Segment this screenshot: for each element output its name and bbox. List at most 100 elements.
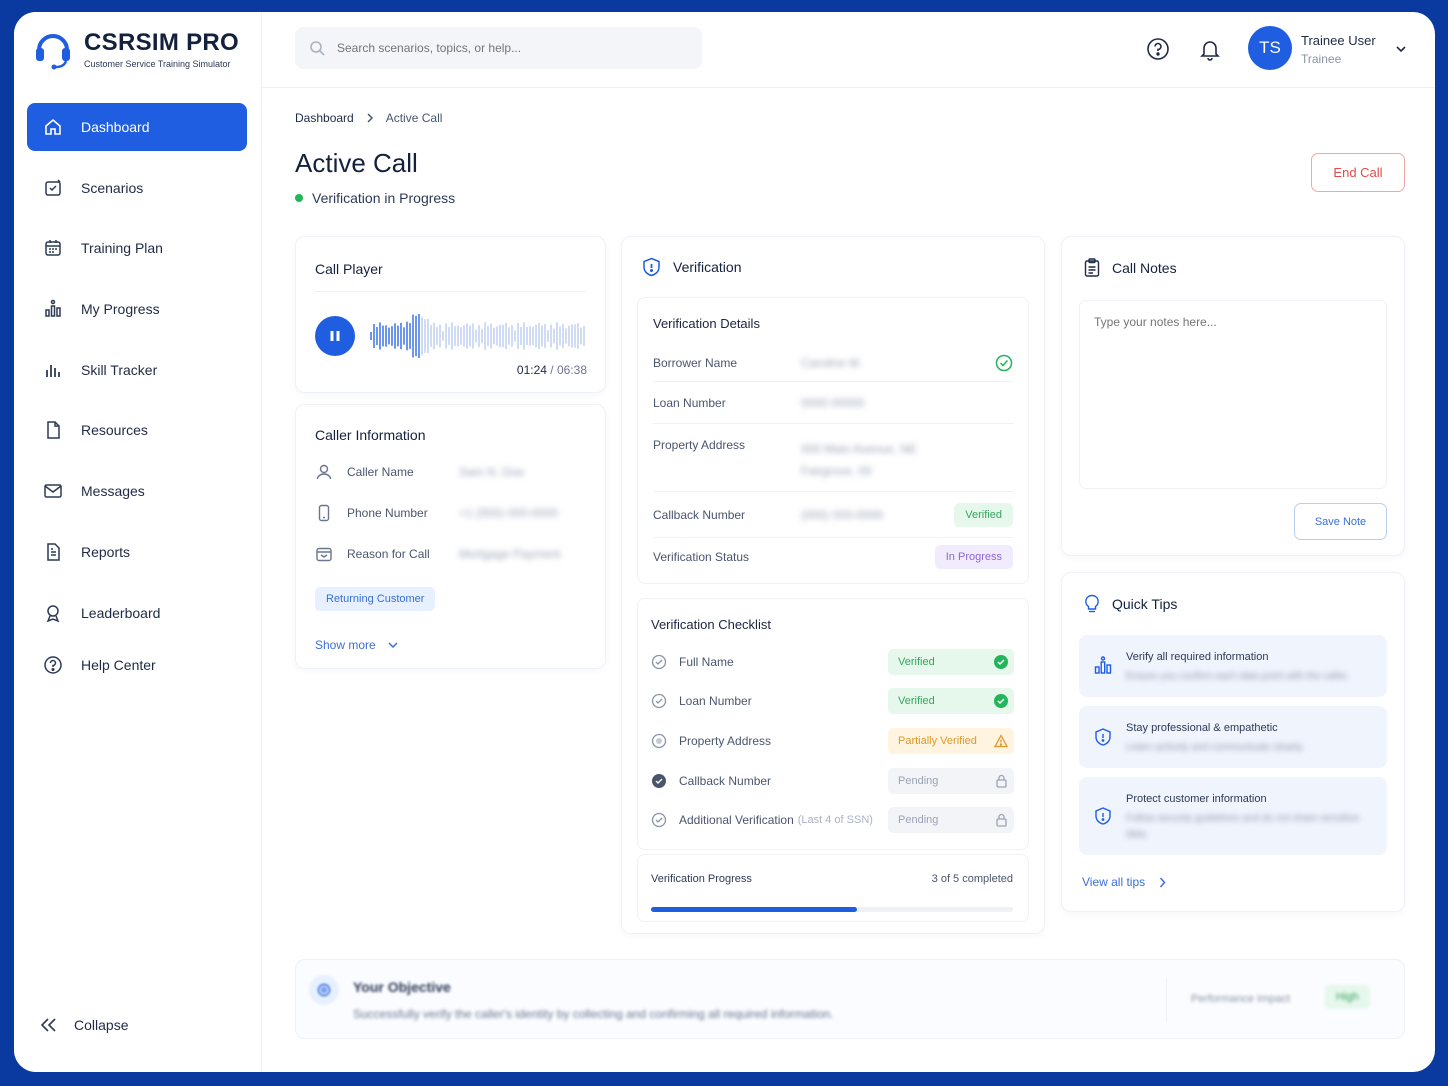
checklist-item-property-address[interactable]: Property Address Partially Verified (651, 727, 1014, 755)
badge-text: Partially Verified (898, 735, 977, 747)
checklist-label: Full Name (679, 655, 734, 669)
show-more-link[interactable]: Show more (315, 638, 398, 652)
chevron-down-icon[interactable] (1394, 42, 1408, 56)
phone-number-label: Phone Number (347, 506, 428, 520)
objective-card: Your Objective Successfully verify the c… (295, 959, 1405, 1039)
view-all-tips-link[interactable]: View all tips (1082, 875, 1166, 889)
collapse-button[interactable]: Collapse (40, 1017, 128, 1033)
property-address-row: Property Address 000 Main Avenue, NE Fai… (653, 424, 1013, 492)
reason-value: Mortgage Payment (459, 547, 561, 561)
sidebar-item-label: Skill Tracker (81, 361, 158, 378)
phone-icon (318, 504, 330, 522)
sidebar: CSRSIM PRO Customer Service Training Sim… (14, 12, 262, 1072)
playback-time: 01:24 / 06:38 (517, 363, 587, 377)
collapse-label: Collapse (74, 1017, 129, 1033)
top-header: TS Trainee User Trainee (262, 12, 1435, 88)
sidebar-item-my-progress[interactable]: My Progress (27, 285, 247, 333)
check-circle-icon (995, 354, 1013, 371)
callback-number-value: (000) 000-0000 (801, 507, 884, 522)
address-line-1: 000 Main Avenue, NE (801, 442, 917, 456)
divider (1166, 978, 1167, 1022)
brand-logo[interactable]: CSRSIM PRO Customer Service Training Sim… (34, 28, 239, 70)
checklist-item-additional-verification[interactable]: Additional Verification (Last 4 of SSN) … (651, 806, 1014, 834)
sidebar-nav: Dashboard Scenarios Training Plan My Pro… (27, 103, 247, 702)
sidebar-item-scenarios[interactable]: Scenarios (27, 164, 247, 212)
chart-icon (1094, 656, 1112, 674)
shield-icon (1095, 728, 1111, 746)
checklist-item-full-name[interactable]: Full Name Verified (651, 648, 1014, 676)
sidebar-item-messages[interactable]: Messages (27, 467, 247, 515)
checklist-label: Loan Number (679, 694, 752, 708)
help-icon[interactable] (1146, 37, 1170, 61)
verification-progress-fill (651, 907, 858, 912)
sidebar-item-resources[interactable]: Resources (27, 406, 247, 454)
sidebar-item-reports[interactable]: Reports (27, 528, 247, 576)
inbox-icon (316, 547, 332, 562)
call-notes-textarea[interactable] (1079, 300, 1387, 489)
caller-name-value: Sam N. Doe (459, 465, 525, 479)
objective-title: Your Objective (353, 979, 451, 995)
sidebar-item-label: Training Plan (81, 240, 163, 257)
clipboard-icon (1084, 258, 1100, 277)
waveform[interactable] (369, 313, 589, 359)
bell-icon[interactable] (1198, 37, 1222, 61)
save-note-button[interactable]: Save Note (1294, 503, 1387, 540)
sidebar-item-dashboard[interactable]: Dashboard (27, 103, 247, 151)
check-circle-outline-icon (651, 654, 667, 670)
badge-text: Pending (898, 775, 939, 787)
verification-status-row: Verification Status In Progress (653, 538, 1013, 576)
shield-icon (1095, 807, 1111, 825)
sidebar-item-training-plan[interactable]: Training Plan (27, 224, 247, 272)
warning-icon (994, 734, 1008, 748)
radio-circle-icon (651, 733, 667, 749)
property-address-label: Property Address (653, 438, 746, 452)
sidebar-item-label: Scenarios (81, 179, 144, 196)
chevron-right-icon (1160, 877, 1166, 887)
breadcrumb-root[interactable]: Dashboard (295, 111, 354, 125)
app-window: CSRSIM PRO Customer Service Training Sim… (14, 12, 1435, 1072)
loan-number-row: Loan Number 0000 00000 (653, 382, 1013, 424)
end-call-button[interactable]: End Call (1311, 153, 1405, 192)
sidebar-item-label: Dashboard (81, 119, 150, 135)
brand-title: CSRSIM PRO (84, 29, 240, 56)
chevron-down-icon (388, 642, 398, 649)
checklist-item-loan-number[interactable]: Loan Number Verified (651, 687, 1014, 715)
user-role: Trainee (1301, 52, 1342, 66)
page-title: Active Call (295, 148, 418, 178)
search-input[interactable] (337, 41, 677, 55)
sidebar-item-skill-tracker[interactable]: Skill Tracker (27, 346, 247, 394)
lock-icon (996, 813, 1007, 827)
sidebar-item-label: Leaderboard (81, 604, 161, 621)
sidebar-item-help-center[interactable]: Help Center (27, 641, 247, 689)
caller-name-label: Caller Name (347, 465, 414, 479)
sidebar-item-leaderboard[interactable]: Leaderboard (27, 589, 247, 637)
sidebar-item-label: Reports (81, 543, 131, 560)
trophy-icon (46, 604, 60, 622)
pause-button[interactable] (315, 316, 355, 356)
tip-item[interactable]: Stay professional & empathetic Listen ac… (1079, 706, 1387, 768)
tip-item[interactable]: Protect customer information Follow secu… (1079, 777, 1387, 855)
verification-checklist-title: Verification Checklist (651, 617, 771, 632)
verification-progress-text: 3 of 5 completed (931, 873, 1013, 885)
tip-title: Protect customer information (1126, 793, 1267, 805)
calendar-icon (45, 240, 61, 257)
status-dot (295, 194, 303, 202)
checklist-item-callback-number[interactable]: Callback Number Pending (651, 767, 1014, 795)
call-notes-header: Call Notes (1084, 258, 1177, 277)
verification-progress-label: Verification Progress (651, 873, 752, 885)
divider (315, 291, 586, 292)
verification-details-panel: Verification Details Borrower Name Carol… (637, 297, 1029, 584)
borrower-name-row: Borrower Name Caroline M. (653, 344, 1013, 382)
avatar[interactable]: TS (1248, 26, 1292, 70)
quick-tips-title: Quick Tips (1112, 596, 1178, 612)
verification-status-label: Verification Status (653, 550, 750, 564)
verification-progress-panel: Verification Progress 3 of 5 completed (637, 854, 1029, 922)
quick-tips-card: Quick Tips Verify all required informati… (1061, 572, 1405, 912)
progress-icon (45, 299, 61, 317)
tip-item[interactable]: Verify all required information Ensure y… (1079, 635, 1387, 697)
sidebar-item-label: Resources (81, 422, 148, 439)
scenarios-icon (45, 179, 61, 196)
badge-text: Pending (898, 814, 939, 826)
breadcrumb: Dashboard Active Call (295, 111, 442, 125)
verification-header: Verification (642, 257, 741, 277)
